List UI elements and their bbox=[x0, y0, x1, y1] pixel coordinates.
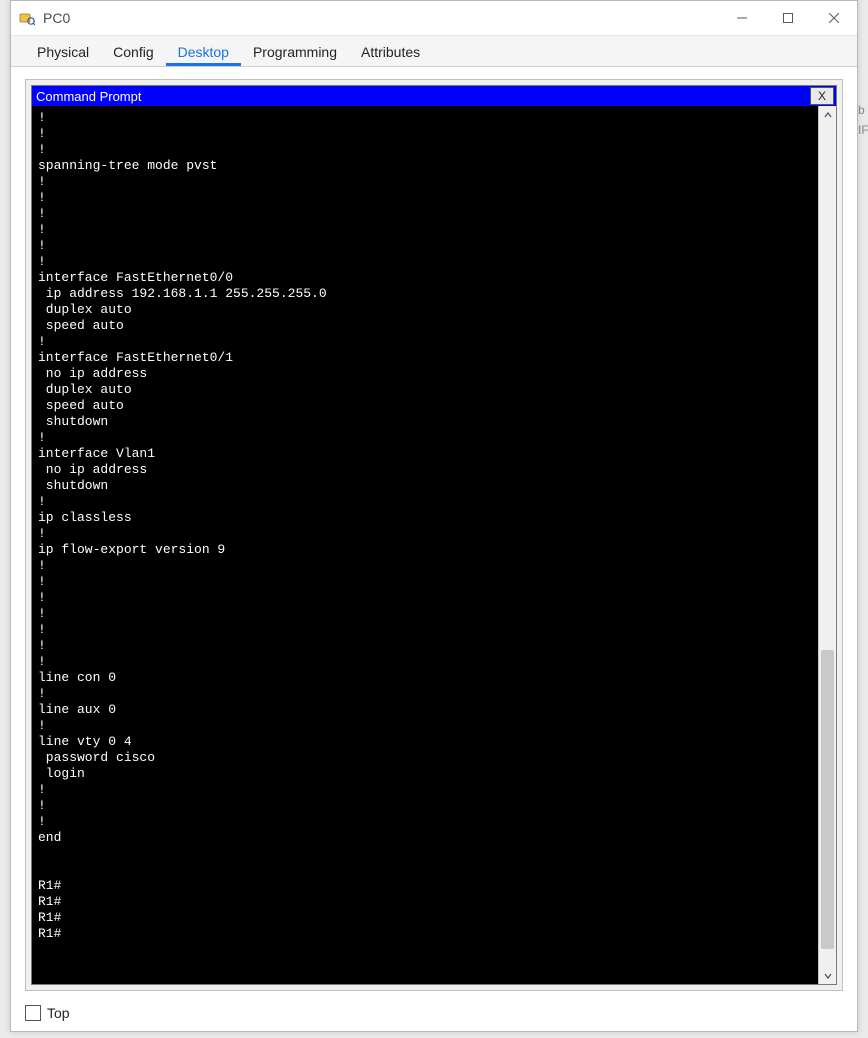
vertical-scrollbar[interactable] bbox=[818, 106, 836, 984]
scroll-thumb[interactable] bbox=[821, 650, 834, 949]
tab-programming[interactable]: Programming bbox=[241, 38, 349, 66]
terminal-output[interactable]: ! ! ! spanning-tree mode pvst ! ! ! ! ! … bbox=[32, 106, 818, 984]
background-peek: b IF bbox=[858, 100, 868, 160]
titlebar: PC0 bbox=[11, 1, 857, 36]
command-prompt-close-button[interactable]: X bbox=[810, 87, 834, 105]
terminal-container: ! ! ! spanning-tree mode pvst ! ! ! ! ! … bbox=[32, 106, 836, 984]
window-controls bbox=[719, 1, 857, 35]
content-area: Command Prompt X ! ! ! spanning-tree mod… bbox=[25, 79, 843, 991]
window-title: PC0 bbox=[43, 10, 70, 26]
top-label: Top bbox=[47, 1005, 70, 1021]
tab-physical[interactable]: Physical bbox=[25, 38, 101, 66]
app-window: PC0 Physical Config Desktop Programming … bbox=[10, 0, 858, 1032]
minimize-button[interactable] bbox=[719, 1, 765, 35]
footer: Top bbox=[25, 1005, 70, 1021]
top-checkbox[interactable] bbox=[25, 1005, 41, 1021]
close-button[interactable] bbox=[811, 1, 857, 35]
tabstrip: Physical Config Desktop Programming Attr… bbox=[11, 36, 857, 67]
command-prompt-titlebar[interactable]: Command Prompt X bbox=[32, 86, 836, 106]
tab-desktop[interactable]: Desktop bbox=[166, 38, 241, 66]
scroll-up-arrow-icon[interactable] bbox=[819, 106, 836, 123]
scroll-down-arrow-icon[interactable] bbox=[819, 967, 836, 984]
command-prompt-title: Command Prompt bbox=[36, 89, 141, 104]
maximize-button[interactable] bbox=[765, 1, 811, 35]
app-icon bbox=[19, 10, 35, 26]
tab-attributes[interactable]: Attributes bbox=[349, 38, 432, 66]
tab-config[interactable]: Config bbox=[101, 38, 165, 66]
command-prompt-window: Command Prompt X ! ! ! spanning-tree mod… bbox=[31, 85, 837, 985]
